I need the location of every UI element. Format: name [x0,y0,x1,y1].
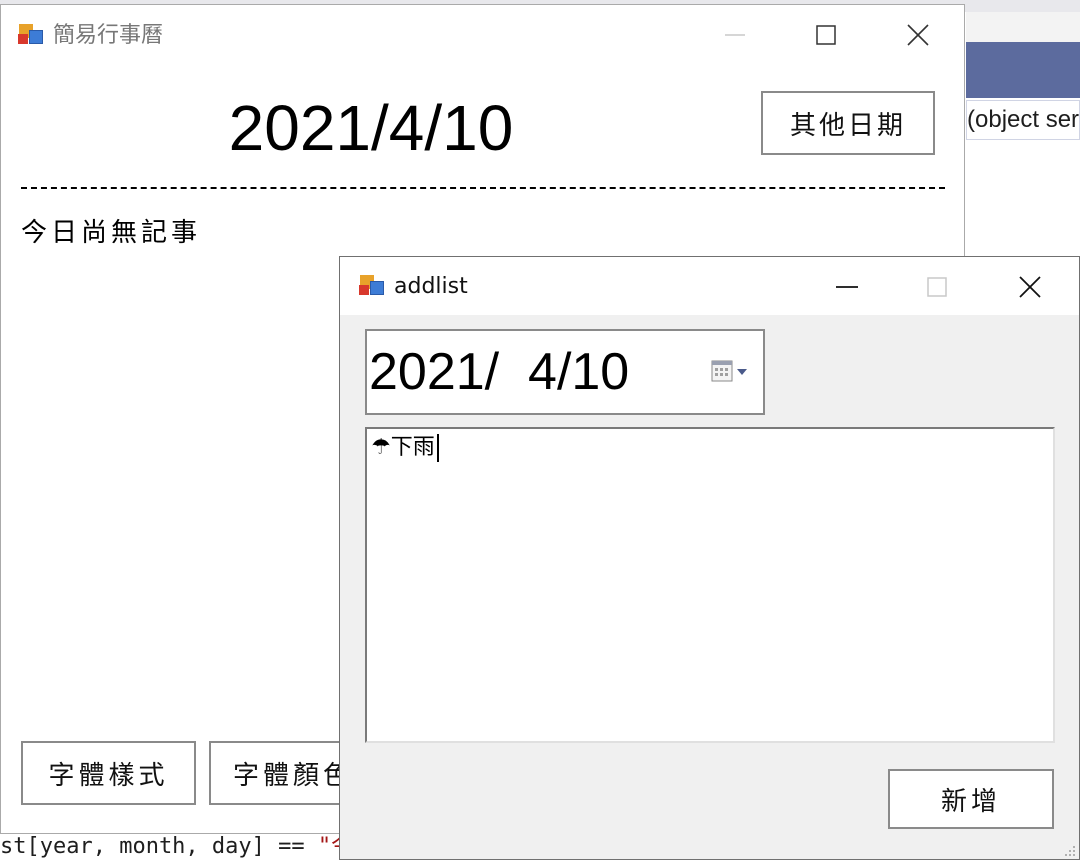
main-window-title: 簡易行事曆 [53,23,164,48]
other-date-button[interactable]: 其他日期 [761,91,935,155]
close-icon[interactable] [1010,267,1050,307]
resize-grip-icon[interactable] [1063,843,1077,857]
minimize-icon[interactable] [827,267,867,307]
date-picker[interactable]: 2021/ 4/10 [365,329,765,415]
app-icon [358,273,386,301]
calendar-dropdown-icon[interactable] [711,359,751,385]
note-text-value: ☂下雨 [371,435,435,460]
text-caret [436,434,439,462]
ide-tab-fragment [966,42,1080,98]
current-date-label: 2021/4/10 [228,92,514,164]
ide-code-fragment: (object ser [966,100,1080,140]
code-text: st[year, month, day] == [0,834,318,859]
font-style-button[interactable]: 字體樣式 [21,741,196,805]
main-titlebar: 簡易行事曆 [1,5,964,63]
ide-toolbar-fragment [966,12,1080,42]
dashed-divider [21,187,945,189]
app-icon [17,22,45,50]
addlist-titlebar: addlist [340,257,1079,315]
note-textarea[interactable]: ☂下雨 [365,427,1055,743]
add-button[interactable]: 新增 [888,769,1054,829]
addlist-window: addlist 2021/ 4/10 ☂下雨 新增 [339,256,1080,860]
note-text-content[interactable]: ☂下雨 [371,433,439,463]
close-icon[interactable] [898,15,938,55]
no-events-label: 今日尚無記事 [21,218,202,248]
addlist-window-title: addlist [394,274,468,299]
maximize-icon [917,267,957,307]
minimize-icon[interactable] [715,15,755,55]
date-picker-value[interactable]: 2021/ 4/10 [369,331,629,413]
maximize-icon[interactable] [806,15,846,55]
